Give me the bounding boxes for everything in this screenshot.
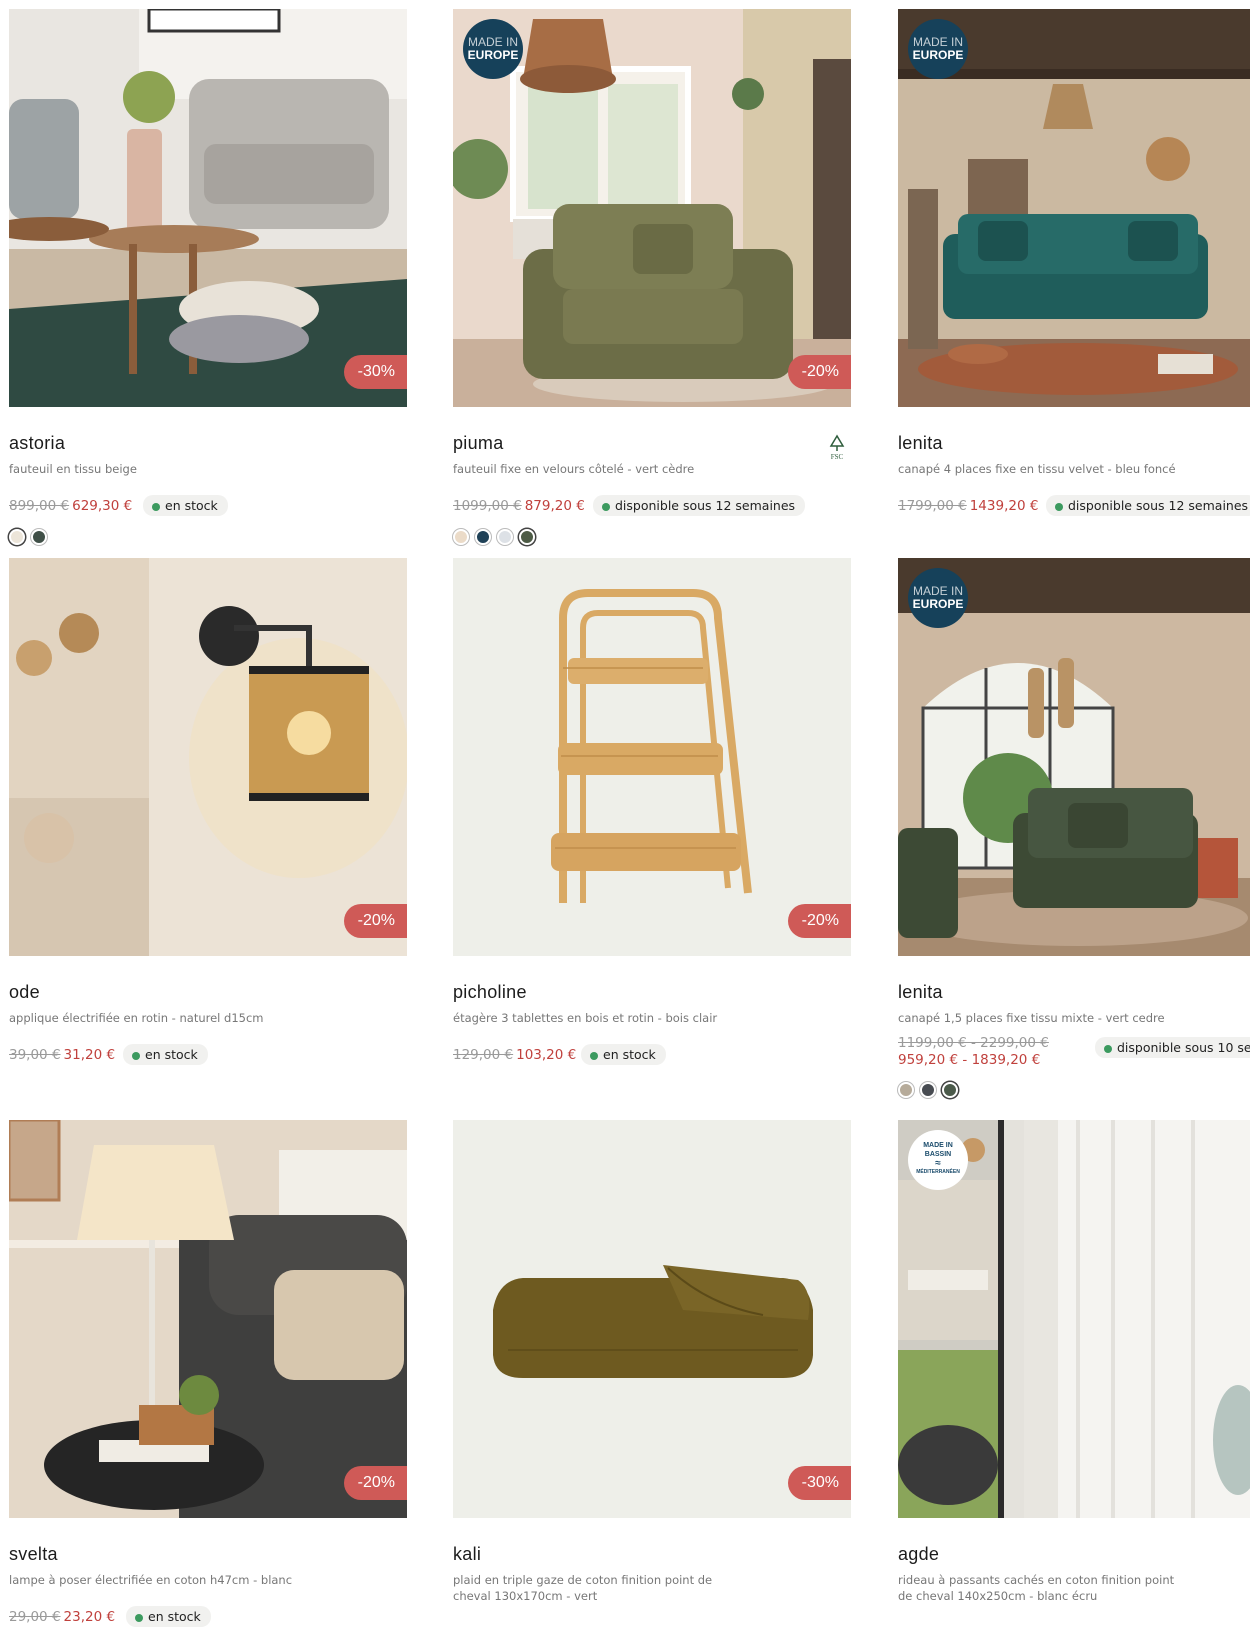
price: 1799,00 €1439,20 € <box>898 498 1038 514</box>
product-name[interactable]: ode <box>9 982 40 1003</box>
new-price: 103,20 € <box>516 1047 577 1063</box>
price: 899,00 €629,30 € <box>9 498 132 514</box>
product-name[interactable]: kali <box>453 1544 481 1565</box>
old-price: 129,00 € <box>453 1047 514 1063</box>
product-description: fauteuil en tissu beige <box>9 462 137 476</box>
made-in-europe-badge: MADE IN EUROPE <box>908 19 968 79</box>
price: 129,00 €103,20 € <box>453 1047 576 1063</box>
price: 29,00 €23,20 € <box>9 1609 115 1625</box>
color-swatch[interactable] <box>497 529 513 545</box>
made-in-bassin-mediterraneen-badge: MADE IN BASSIN ≈ MÉDITERRANÉEN <box>908 1130 968 1190</box>
old-price: 1199,00 € - 2299,00 € <box>898 1035 1049 1051</box>
product-name[interactable]: astoria <box>9 433 65 454</box>
color-swatch[interactable] <box>31 529 47 545</box>
product-description: canapé 1,5 places fixe tissu mixte - ver… <box>898 1011 1165 1025</box>
product-image[interactable]: -30% <box>453 1120 851 1518</box>
product-description: étagère 3 tablettes en bois et rotin - b… <box>453 1011 718 1025</box>
discount-badge: -20% <box>787 904 851 938</box>
product-image[interactable]: MADE IN BASSIN ≈ MÉDITERRANÉEN <box>898 1120 1250 1518</box>
stock-status: disponible sous 12 semaines <box>593 495 806 516</box>
product-image[interactable]: -20% <box>9 558 407 956</box>
product-image[interactable]: -30% <box>9 9 407 407</box>
color-swatch[interactable] <box>898 1082 914 1098</box>
color-swatch[interactable] <box>453 529 469 545</box>
product-name[interactable]: lenita <box>898 982 943 1003</box>
color-swatches <box>898 1082 958 1098</box>
product-name[interactable]: agde <box>898 1544 939 1565</box>
price: 1099,00 €879,20 € <box>453 498 585 514</box>
discount-badge: -30% <box>343 355 407 389</box>
color-swatches <box>9 529 47 545</box>
new-price: 1439,20 € <box>969 498 1039 514</box>
new-price: 629,30 € <box>72 498 133 514</box>
product-name[interactable]: piuma <box>453 433 504 454</box>
new-price: 959,20 € - 1839,20 € <box>898 1052 1041 1068</box>
price: 1199,00 € - 2299,00 € 959,20 € - 1839,20… <box>898 1035 1049 1069</box>
product-image[interactable]: -20% <box>9 1120 407 1518</box>
product-description: applique électrifiée en rotin - naturel … <box>9 1011 264 1025</box>
old-price: 29,00 € <box>9 1609 61 1625</box>
color-swatches <box>453 529 535 545</box>
product-image[interactable]: MADE IN EUROPE -20% <box>453 9 851 407</box>
discount-badge: -20% <box>343 904 407 938</box>
product-image[interactable]: MADE IN EUROPE <box>898 558 1250 956</box>
wave-icon: ≈ <box>935 1158 941 1169</box>
color-swatch[interactable] <box>942 1082 958 1098</box>
color-swatch[interactable] <box>9 529 25 545</box>
product-description: rideau à passants cachés en coton finiti… <box>898 1573 1175 1603</box>
old-price: 39,00 € <box>9 1047 61 1063</box>
new-price: 31,20 € <box>63 1047 116 1063</box>
product-image[interactable]: -20% <box>453 558 851 956</box>
product-name[interactable]: svelta <box>9 1544 58 1565</box>
color-swatch[interactable] <box>475 529 491 545</box>
old-price: 1099,00 € <box>453 498 522 514</box>
stock-status: en stock <box>143 495 228 516</box>
product-name[interactable]: picholine <box>453 982 527 1003</box>
discount-badge: -30% <box>787 1466 851 1500</box>
color-swatch[interactable] <box>519 529 535 545</box>
product-description: canapé 4 places fixe en tissu velvet - b… <box>898 462 1176 476</box>
stock-status: en stock <box>123 1044 208 1065</box>
made-in-europe-badge: MADE IN EUROPE <box>908 568 968 628</box>
product-image[interactable]: MADE IN EUROPE <box>898 9 1250 407</box>
new-price: 879,20 € <box>524 498 585 514</box>
color-swatch[interactable] <box>920 1082 936 1098</box>
stock-status: disponible sous 12 semaines <box>1046 495 1250 516</box>
product-description: plaid en triple gaze de coton finition p… <box>453 1573 713 1603</box>
new-price: 23,20 € <box>63 1609 116 1625</box>
fsc-icon: FSC <box>825 434 849 461</box>
product-name[interactable]: lenita <box>898 433 943 454</box>
discount-badge: -20% <box>787 355 851 389</box>
price: 39,00 €31,20 € <box>9 1047 115 1063</box>
old-price: 1799,00 € <box>898 498 967 514</box>
made-in-europe-badge: MADE IN EUROPE <box>463 19 523 79</box>
discount-badge: -20% <box>343 1466 407 1500</box>
product-description: fauteuil fixe en velours côtelé - vert c… <box>453 462 695 476</box>
old-price: 899,00 € <box>9 498 70 514</box>
product-description: lampe à poser électrifiée en coton h47cm… <box>9 1573 293 1587</box>
stock-status: en stock <box>581 1044 666 1065</box>
stock-status: disponible sous 10 sem <box>1095 1037 1250 1058</box>
